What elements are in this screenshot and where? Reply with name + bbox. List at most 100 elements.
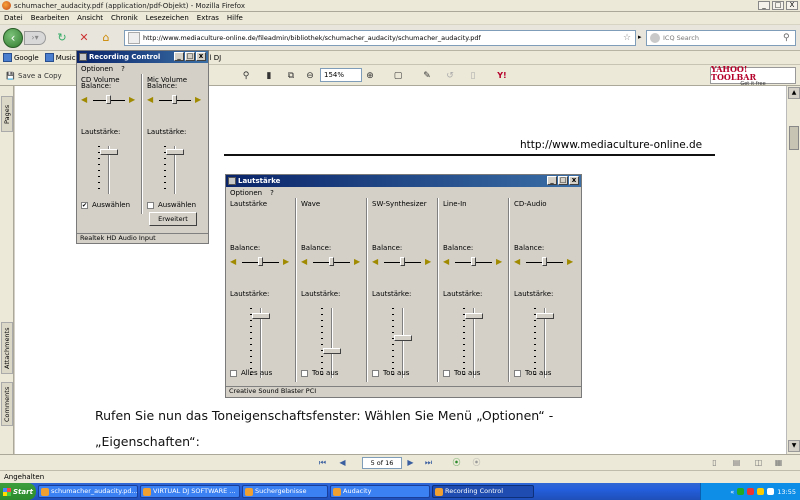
lautstaerke-maximize-button[interactable]: □ [558, 176, 568, 185]
page-number-field[interactable]: 5 of 16 [362, 457, 402, 469]
bookmark-star-icon[interactable]: ☆ [623, 33, 635, 43]
menu-ansicht[interactable]: Ansicht [77, 14, 103, 22]
balance-thumb[interactable] [257, 257, 263, 266]
mute-checkbox[interactable]: ✔ [81, 202, 88, 209]
volume-slider-thumb[interactable] [166, 149, 184, 155]
vertical-scrollbar[interactable]: ▲ ▼ [786, 86, 800, 454]
mute-checkbox[interactable] [372, 370, 379, 377]
zoom-tool-icon[interactable]: ⚲ [236, 68, 256, 83]
mute-checkbox[interactable] [147, 202, 154, 209]
fit-width-icon[interactable]: ⧉ [284, 68, 298, 83]
search-engine-icon[interactable] [650, 33, 660, 43]
start-button[interactable]: Start [0, 483, 36, 500]
taskbar-task[interactable]: schumacher_audacity.pd... [38, 485, 138, 498]
taskbar-task[interactable]: Recording Control [432, 485, 534, 498]
minimize-button[interactable]: _ [758, 1, 770, 10]
attach-icon[interactable]: ▯ [466, 68, 480, 83]
save-copy-button[interactable]: 💾 Save a Copy [4, 68, 64, 83]
back-button[interactable]: ‹ [3, 28, 23, 48]
lautstaerke-close-button[interactable]: x [569, 176, 579, 185]
menu-optionen[interactable]: Optionen [230, 189, 262, 197]
clock[interactable]: 13:55 [777, 488, 796, 496]
recording-close-button[interactable]: x [196, 52, 206, 61]
volume-slider-thumb[interactable] [100, 149, 118, 155]
recording-minimize-button[interactable]: _ [174, 52, 184, 61]
previous-page-icon[interactable]: ◀ [336, 457, 349, 469]
page-layout-icon[interactable]: ▢ [388, 68, 408, 83]
menu-bearbeiten[interactable]: Bearbeiten [31, 14, 69, 22]
volume-icon[interactable] [767, 488, 775, 495]
single-page-icon[interactable]: ▯ [708, 457, 721, 469]
maximize-button[interactable]: □ [772, 1, 784, 10]
menu-help[interactable]: ? [121, 65, 125, 73]
menu-extras[interactable]: Extras [197, 14, 219, 22]
mute-checkbox[interactable] [514, 370, 521, 377]
taskbar-task[interactable]: Suchergebnisse [242, 485, 328, 498]
antivirus-icon[interactable] [747, 488, 755, 495]
last-page-icon[interactable]: ⏭ [422, 457, 435, 469]
recording-titlebar[interactable]: Recording Control _ □ x [77, 51, 208, 63]
fit-page-icon[interactable]: ▮ [262, 68, 276, 83]
tray-expand-icon[interactable]: « [730, 488, 734, 496]
menu-hilfe[interactable]: Hilfe [227, 14, 243, 22]
taskbar-task[interactable]: VIRTUAL DJ SOFTWARE ... [140, 485, 240, 498]
mute-checkbox[interactable] [443, 370, 450, 377]
recording-channel: Mic Volume Balance: ◀ ▶ Lautstärke: Auswählen [143, 74, 209, 233]
mute-checkbox[interactable] [301, 370, 308, 377]
balance-thumb[interactable] [328, 257, 334, 266]
menu-lesezeichen[interactable]: Lesezeichen [146, 14, 189, 22]
balance-thumb[interactable] [172, 95, 177, 104]
url-bar[interactable]: http://www.mediaculture-online.de/filead… [124, 30, 636, 46]
menu-chronik[interactable]: Chronik [111, 14, 138, 22]
reload-icon[interactable]: ↻ [54, 30, 70, 46]
search-box[interactable]: ICQ Search ⚲ [646, 30, 796, 46]
sign-icon[interactable]: ✎ [420, 68, 434, 83]
forward-button[interactable]: ›▾ [24, 31, 46, 45]
taskbar-task[interactable]: Audacity [330, 485, 430, 498]
rotate-icon[interactable]: ↺ [440, 68, 460, 83]
volume-slider-thumb[interactable] [323, 348, 341, 354]
next-view-icon[interactable]: ⦿ [470, 457, 483, 469]
tab-comments[interactable]: Comments [1, 382, 13, 426]
home-icon[interactable]: ⌂ [98, 30, 114, 46]
scroll-down-arrow-icon[interactable]: ▼ [788, 440, 800, 452]
search-icon[interactable]: ⚲ [783, 33, 795, 43]
balance-thumb[interactable] [541, 257, 547, 266]
scroll-up-arrow-icon[interactable]: ▲ [788, 87, 800, 99]
menu-datei[interactable]: Datei [4, 14, 23, 22]
balance-thumb[interactable] [106, 95, 111, 104]
zoom-select[interactable]: 154% [320, 68, 362, 82]
previous-view-icon[interactable]: ⦿ [450, 457, 463, 469]
mute-checkbox[interactable] [230, 370, 237, 377]
navigation-panel: Pages Attachments Comments [0, 86, 14, 454]
volume-slider-thumb[interactable] [536, 313, 554, 319]
task-app-icon [245, 488, 253, 496]
close-button[interactable]: X [786, 1, 798, 10]
balance-thumb[interactable] [399, 257, 405, 266]
yahoo-icon[interactable]: Y! [492, 68, 512, 83]
zoom-out-icon[interactable]: ⊖ [304, 68, 316, 83]
next-page-icon[interactable]: ▶ [404, 457, 417, 469]
tab-attachments[interactable]: Attachments [1, 322, 13, 374]
balance-thumb[interactable] [470, 257, 476, 266]
menu-help[interactable]: ? [270, 189, 274, 197]
tab-pages[interactable]: Pages [1, 96, 13, 132]
volume-slider-thumb[interactable] [394, 335, 412, 341]
volume-slider-thumb[interactable] [465, 313, 483, 319]
messenger-icon[interactable] [757, 488, 765, 495]
two-page-icon[interactable]: ◫ [752, 457, 765, 469]
volume-slider-thumb[interactable] [252, 313, 270, 319]
first-page-icon[interactable]: ⏮ [316, 457, 329, 469]
zoom-in-icon[interactable]: ⊕ [364, 68, 376, 83]
continuous-icon[interactable]: ▤ [730, 457, 743, 469]
scroll-thumb[interactable] [789, 126, 799, 150]
menu-optionen[interactable]: Optionen [81, 65, 113, 73]
two-page-continuous-icon[interactable]: ▦ [772, 457, 785, 469]
lautstaerke-minimize-button[interactable]: _ [547, 176, 557, 185]
yahoo-toolbar-button[interactable]: YAHOO! TOOLBAR Get it free [710, 65, 796, 87]
network-icon[interactable] [737, 488, 745, 495]
bookmark-google[interactable]: Google [3, 53, 39, 62]
stop-icon[interactable]: ✕ [76, 30, 92, 46]
recording-maximize-button[interactable]: □ [185, 52, 195, 61]
go-arrow-icon[interactable]: ▸ [638, 33, 642, 41]
